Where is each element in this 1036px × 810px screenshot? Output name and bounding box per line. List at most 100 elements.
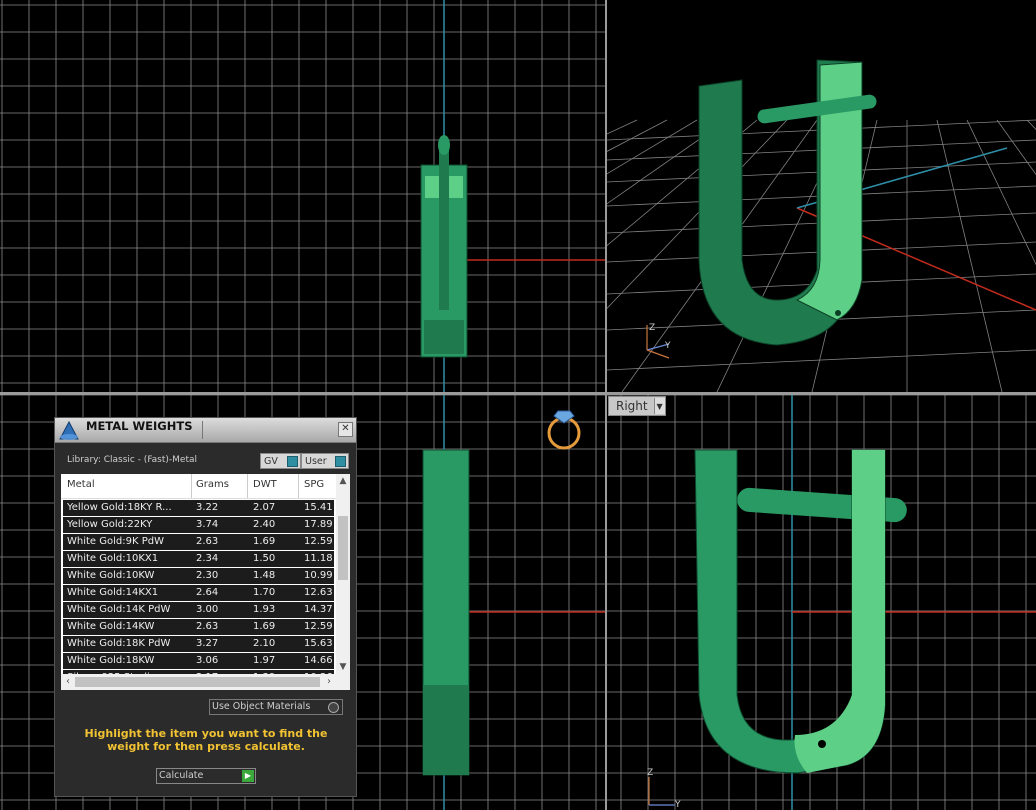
instruction-text: Highlight the item you want to find the … <box>84 727 328 753</box>
model-bottom-face <box>424 320 464 354</box>
viewport-view-dropdown[interactable]: Right ▼ <box>608 396 666 416</box>
gizmo-z-label: Z <box>649 323 655 333</box>
user-label: User <box>305 455 327 467</box>
viewport-view-label: Right <box>616 399 648 413</box>
table-row[interactable]: White Gold:14KX1 2.64 1.70 12.63 <box>63 585 334 602</box>
scroll-left-icon[interactable]: ‹ <box>61 674 75 690</box>
cell-dwt: 1.48 <box>253 570 276 581</box>
table-row[interactable]: Yellow Gold:18KY R... 3.22 2.07 15.41 <box>63 500 334 517</box>
cell-grams: 2.63 <box>196 536 219 547</box>
gv-toggle-button[interactable]: GV <box>260 453 301 469</box>
cell-metal: White Gold:14K PdW <box>67 604 171 615</box>
column-header-metal[interactable]: Metal <box>67 479 95 490</box>
table-row[interactable]: White Gold:9K PdW 2.63 1.69 12.59 <box>63 534 334 551</box>
table-body: Yellow Gold:18KY R... 3.22 2.07 15.41 Ye… <box>63 500 334 674</box>
column-header-spg[interactable]: SPG <box>304 479 324 490</box>
gv-label: GV <box>264 455 278 467</box>
viewport-divider-horizontal[interactable] <box>0 392 1036 395</box>
cell-metal: Yellow Gold:18KY R... <box>67 502 172 513</box>
cell-dwt: 1.93 <box>253 604 276 615</box>
cell-dwt: 1.97 <box>253 655 276 666</box>
table-row[interactable]: White Gold:10KX1 2.34 1.50 11.18 <box>63 551 334 568</box>
cell-spg: 17.89 <box>304 519 333 530</box>
viewport-right-canvas: ZY <box>607 395 1036 810</box>
viewport-perspective-canvas: ZY <box>607 59 1036 392</box>
toggle-indicator-icon <box>287 456 298 467</box>
cell-spg: 11.18 <box>304 553 333 564</box>
viewport-front-canvas <box>0 0 605 392</box>
horizontal-scrollbar[interactable]: ‹ › <box>61 674 350 690</box>
scroll-right-icon[interactable]: › <box>322 674 336 690</box>
gizmo-z-label: Z <box>647 768 653 778</box>
cell-grams: 3.22 <box>196 502 219 513</box>
calculate-button[interactable]: Calculate ▶ <box>156 768 256 784</box>
cell-grams: 3.27 <box>196 638 219 649</box>
table-row[interactable]: White Gold:14KW 2.63 1.69 12.59 <box>63 619 334 636</box>
cell-metal: White Gold:10KW <box>67 570 155 581</box>
cell-metal: White Gold:18K PdW <box>67 638 171 649</box>
table-header: Metal Grams DWT SPG <box>61 474 336 499</box>
close-icon[interactable]: ✕ <box>338 422 353 437</box>
gizmo-y-label: Y <box>674 800 681 810</box>
scroll-thumb[interactable] <box>75 677 320 687</box>
cell-dwt: 1.70 <box>253 587 276 598</box>
viewport-perspective[interactable]: ZY <box>607 0 1036 392</box>
cell-spg: 14.37 <box>304 604 333 615</box>
cell-dwt: 2.40 <box>253 519 276 530</box>
vertical-scrollbar[interactable]: ▲ ▼ <box>336 474 350 674</box>
cell-dwt: 1.69 <box>253 536 276 547</box>
scroll-down-icon[interactable]: ▼ <box>336 660 350 674</box>
cell-spg: 12.59 <box>304 621 333 632</box>
play-icon: ▶ <box>242 770 254 782</box>
viewport-front[interactable] <box>0 0 605 392</box>
library-label: Library: Classic - (Fast)-Metal <box>67 455 198 465</box>
title-separator <box>202 421 203 439</box>
cell-grams: 3.06 <box>196 655 219 666</box>
scroll-up-icon[interactable]: ▲ <box>336 474 350 488</box>
table-row[interactable]: White Gold:10KW 2.30 1.48 10.99 <box>63 568 334 585</box>
table-row[interactable]: White Gold:14K PdW 3.00 1.93 14.37 <box>63 602 334 619</box>
cell-dwt: 2.10 <box>253 638 276 649</box>
cell-dwt: 1.50 <box>253 553 276 564</box>
chevron-down-icon[interactable]: ▼ <box>653 398 665 414</box>
cell-spg: 12.59 <box>304 536 333 547</box>
metal-weights-panel: METAL WEIGHTS ✕ Library: Classic - (Fast… <box>54 417 357 797</box>
column-separator[interactable] <box>191 474 192 498</box>
scroll-thumb[interactable] <box>338 516 348 580</box>
cell-metal: White Gold:18KW <box>67 655 155 666</box>
cell-metal: White Gold:14KX1 <box>67 587 159 598</box>
cell-grams: 2.34 <box>196 553 219 564</box>
cell-metal: White Gold:9K PdW <box>67 536 164 547</box>
cell-metal: Yellow Gold:22KY <box>67 519 153 530</box>
cell-dwt: 1.69 <box>253 621 276 632</box>
cell-grams: 2.63 <box>196 621 219 632</box>
cell-metal: White Gold:10KX1 <box>67 553 159 564</box>
cell-grams: 2.30 <box>196 570 219 581</box>
cell-spg: 15.41 <box>304 502 333 513</box>
viewport-divider-vertical[interactable] <box>605 0 607 810</box>
column-header-dwt[interactable]: DWT <box>253 479 277 490</box>
cell-dwt: 2.07 <box>253 502 276 513</box>
model-hole <box>818 740 826 748</box>
viewport-right[interactable]: ZY Right ▼ <box>607 395 1036 810</box>
column-header-grams[interactable]: Grams <box>196 479 229 490</box>
toggle-indicator-icon <box>335 456 346 467</box>
table-row[interactable]: White Gold:18KW 3.06 1.97 14.66 <box>63 653 334 670</box>
cell-grams: 3.74 <box>196 519 219 530</box>
grid-lines <box>0 0 605 392</box>
cell-spg: 12.63 <box>304 587 333 598</box>
metal-table[interactable]: Metal Grams DWT SPG Yellow Gold:18KY R..… <box>61 474 350 690</box>
cell-spg: 14.66 <box>304 655 333 666</box>
gizmo-axis-x <box>646 349 670 359</box>
cell-spg: 15.63 <box>304 638 333 649</box>
use-object-materials-checkbox[interactable]: Use Object Materials <box>209 699 343 715</box>
user-toggle-button[interactable]: User <box>301 453 349 469</box>
column-separator[interactable] <box>298 474 299 498</box>
table-row[interactable]: Yellow Gold:22KY 3.74 2.40 17.89 <box>63 517 334 534</box>
column-separator[interactable] <box>247 474 248 498</box>
panel-titlebar[interactable]: METAL WEIGHTS ✕ <box>55 418 356 443</box>
cell-grams: 3.00 <box>196 604 219 615</box>
use-object-materials-label: Use Object Materials <box>212 701 311 712</box>
cell-spg: 10.99 <box>304 570 333 581</box>
table-row[interactable]: White Gold:18K PdW 3.27 2.10 15.63 <box>63 636 334 653</box>
